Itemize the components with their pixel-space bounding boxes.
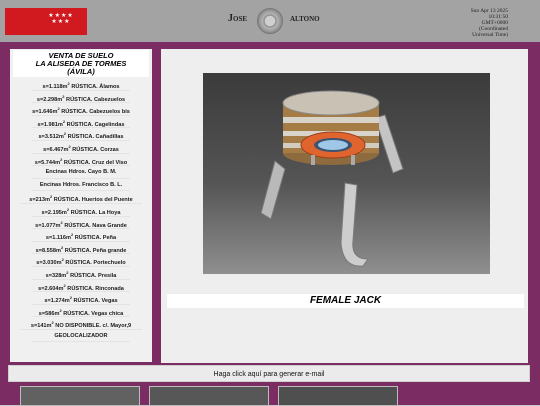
- property-link[interactable]: s=2.195m2 RÚSTICA. La Hoya: [32, 204, 130, 217]
- property-link[interactable]: s=141m2 NO DISPONIBLE. c/. Mayor,9: [20, 317, 142, 330]
- property-area: s=3.030m: [36, 260, 62, 267]
- property-description: RÚSTICA. Peña: [73, 234, 117, 241]
- property-link[interactable]: Encinas Hdros. Cayo B. M.: [32, 166, 130, 179]
- content-frame: VENTA DE SUELO LA ALISEDA DE TORMES (ÁVI…: [0, 42, 540, 405]
- property-link[interactable]: s=6.467m2 RÚSTICA. Corzas: [32, 141, 130, 154]
- property-link[interactable]: s=1.981m2 RÚSTICA. Cagelindas: [32, 116, 130, 129]
- seal-icon: [257, 8, 283, 34]
- property-area: s=5.744m: [34, 159, 61, 166]
- property-description: RÚSTICA. Álamos: [69, 83, 120, 90]
- property-area: s=586m: [38, 310, 60, 317]
- property-list: s=1.118m2 RÚSTICA. Álamos s=2.298m2 RÚSTI…: [10, 78, 152, 343]
- property-link[interactable]: s=1.274m2 RÚSTICA. Vegas: [32, 292, 130, 305]
- property-link[interactable]: GEOLOCALIZADOR: [32, 330, 130, 343]
- product-image[interactable]: [203, 73, 490, 274]
- property-link[interactable]: s=3.030m2 RÚSTICA. Portechuelo: [32, 254, 130, 267]
- datetime-line: Universal Time): [472, 32, 508, 38]
- madrid-flag-logo: ★★★★ ★★★: [5, 8, 87, 35]
- property-area: s=1.274m: [44, 297, 70, 304]
- property-area: s=213m: [29, 197, 50, 204]
- property-link[interactable]: s=1.116m2 RÚSTICA. Peña: [32, 229, 130, 242]
- property-link[interactable]: s=3.512m2 RÚSTICA. Cañadillas: [32, 128, 130, 141]
- main-panel: FEMALE JACK: [159, 47, 530, 365]
- product-thumbnail[interactable]: [20, 386, 140, 406]
- property-link[interactable]: s=5.744m2 RÚSTICA. Cruz del Viso: [32, 154, 130, 167]
- property-description: GEOLOCALIZADOR: [54, 332, 108, 339]
- property-description: RÚSTICA. Nava Grande: [62, 222, 127, 229]
- property-area: s=1.646m: [32, 109, 58, 116]
- property-description: Encinas Hdros. Francisco B. L.: [39, 181, 123, 188]
- property-area: s=2.195m: [41, 209, 67, 216]
- property-link[interactable]: s=213m2 RÚSTICA. Huertos del Puente: [20, 191, 142, 204]
- property-link[interactable]: Encinas Hdros. Francisco B. L.: [32, 179, 130, 192]
- email-link[interactable]: Haga click aquí para generar e-mail: [8, 365, 530, 382]
- property-description: RÚSTICA. Huertos del Puente: [52, 197, 133, 204]
- property-area: s=1.077m: [35, 222, 61, 229]
- property-description: RÚSTICA. Vegas chica: [61, 310, 124, 317]
- property-description: Encinas Hdros. Cayo B. M.: [45, 169, 117, 176]
- property-description: RÚSTICA. Cabezuelos: [64, 96, 126, 103]
- property-description: RÚSTICA. Portechuelo: [63, 260, 126, 267]
- sidebar-panel: VENTA DE SUELO LA ALISEDA DE TORMES (ÁVI…: [8, 47, 154, 364]
- site-name-last: altono: [290, 13, 320, 24]
- product-title: FEMALE JACK: [167, 294, 524, 308]
- property-description: RÚSTICA. Cruz del Viso: [62, 159, 128, 166]
- property-link[interactable]: s=2.604m2 RÚSTICA. Rinconada: [32, 280, 130, 293]
- property-description: RÚSTICA. Presila: [68, 272, 117, 279]
- property-description: RÚSTICA. Cabezuelos bis: [59, 109, 130, 116]
- property-area: s=6.467m: [43, 146, 69, 153]
- property-link[interactable]: s=1.118m2 RÚSTICA. Álamos: [32, 78, 130, 91]
- property-area: s=2.604m: [38, 285, 64, 292]
- property-area: s=328m: [45, 272, 67, 279]
- property-area: s=141m: [30, 323, 52, 330]
- property-link[interactable]: s=328m2 RÚSTICA. Presila: [32, 267, 130, 280]
- property-link[interactable]: s=2.298m2 RÚSTICA. Cabezuelos: [32, 91, 130, 104]
- property-link[interactable]: s=1.077m2 RÚSTICA. Nava Grande: [32, 217, 130, 230]
- property-area: s=1.116m: [45, 234, 71, 241]
- female-jack-render: [260, 90, 404, 267]
- property-description: RÚSTICA. Rinconada: [65, 285, 124, 292]
- property-description: RÚSTICA. Corzas: [70, 146, 119, 153]
- site-name-first: Jose: [228, 13, 248, 24]
- property-link[interactable]: s=1.646m2 RÚSTICA. Cabezuelos bis: [32, 103, 130, 116]
- property-area: s=3.512m: [38, 134, 64, 141]
- top-bar: ★★★★ ★★★ Jose altono Sun Apr 13 2025 10:3…: [0, 0, 540, 42]
- property-description: NO DISPONIBLE. c/. Mayor,9: [53, 323, 132, 330]
- property-description: RÚSTICA. Peña grande: [63, 247, 127, 254]
- product-thumbnail[interactable]: [149, 386, 269, 406]
- property-area: s=1.118m: [42, 83, 68, 90]
- property-area: s=8.558m: [35, 247, 61, 254]
- current-datetime: Sun Apr 13 2025 10:31:50 GMT+0000 (Coord…: [471, 8, 508, 38]
- sidebar-title-line: (ÁVILA): [67, 67, 95, 76]
- sidebar-title: VENTA DE SUELO LA ALISEDA DE TORMES (ÁVI…: [13, 50, 149, 77]
- property-description: RÚSTICA. Cagelindas: [65, 121, 125, 128]
- property-description: RÚSTICA. Vegas: [71, 297, 118, 304]
- property-description: RÚSTICA. La Hoya: [69, 209, 121, 216]
- property-area: s=2.298m: [36, 96, 63, 103]
- property-link[interactable]: s=8.558m2 RÚSTICA. Peña grande: [32, 242, 130, 255]
- product-thumbnail[interactable]: [278, 386, 398, 406]
- property-description: RÚSTICA. Cañadillas: [66, 134, 124, 141]
- flag-stars-icon: ★★★★ ★★★: [48, 12, 74, 25]
- property-link[interactable]: s=586m2 RÚSTICA. Vegas chica: [32, 305, 130, 318]
- property-area: s=1.981m: [37, 121, 63, 128]
